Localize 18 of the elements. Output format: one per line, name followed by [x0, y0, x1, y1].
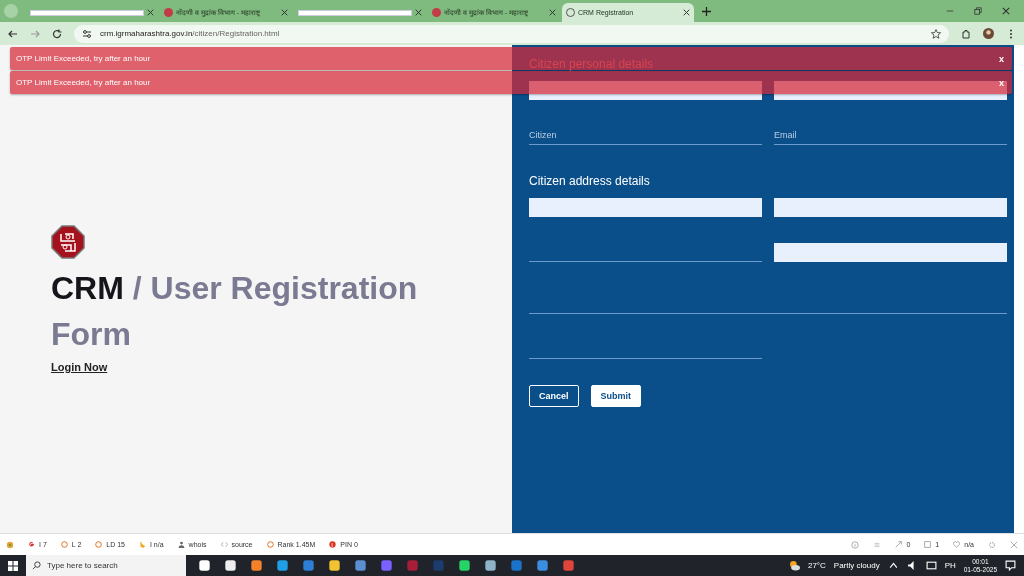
- section-heading: Citizen address details: [529, 174, 650, 188]
- temperature-text: 27°C: [807, 561, 826, 570]
- login-link[interactable]: Login Now: [51, 361, 108, 373]
- toast-message: OTP Limit Exceeded, try after an hour: [16, 78, 152, 87]
- toast-close[interactable]: x: [999, 53, 1004, 64]
- weather-text: Partly cloudy: [833, 561, 880, 570]
- input-field[interactable]: Citizen: [529, 126, 762, 145]
- input-field[interactable]: Email: [774, 126, 1007, 145]
- cancel-button[interactable]: Cancel: [529, 385, 579, 407]
- address-bar[interactable]: crm.igrmaharashtra.gov.in/citizen/Registration.html: [74, 24, 949, 43]
- toast-close[interactable]: x: [999, 77, 1004, 88]
- url-text: crm.igrmaharashtra.gov.in/citizen/Registration.html: [100, 29, 280, 38]
- taskbar-search[interactable]: Type here to search: [26, 555, 186, 576]
- page-title: CRM / User Registration Form: [51, 269, 419, 354]
- toast-message: OTP Limit Exceeded, try after an hour: [16, 54, 152, 63]
- section-heading: Citizen personal details: [529, 57, 654, 71]
- submit-button[interactable]: Submit: [590, 385, 641, 407]
- language-text[interactable]: PH: [944, 561, 956, 570]
